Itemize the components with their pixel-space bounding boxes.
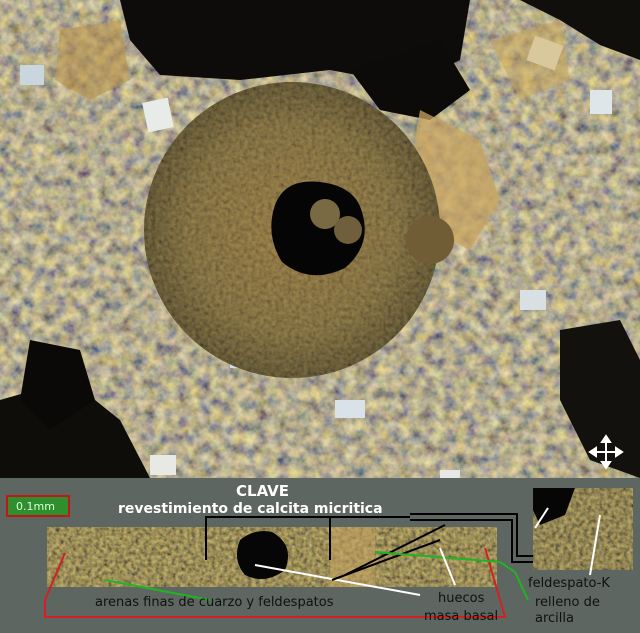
legend-inset-photo xyxy=(533,488,633,570)
label-calcite-coating: revestimiento de calcita micritica xyxy=(118,501,383,517)
micrograph-photo xyxy=(0,0,640,478)
scale-bar: 0.1mm xyxy=(6,495,70,517)
label-groundmass: masa basal xyxy=(424,609,499,624)
micrograph-figure xyxy=(0,0,640,618)
label-clay-fill: relleno de arcilla xyxy=(535,595,600,626)
label-k-feldspar: feldespato-K xyxy=(528,576,610,591)
label-fine-sands: arenas finas de cuarzo y feldespatos xyxy=(95,595,334,610)
label-voids: huecos xyxy=(438,591,485,606)
scale-bar-label: 0.1mm xyxy=(16,500,55,513)
legend-title: CLAVE xyxy=(236,482,290,500)
